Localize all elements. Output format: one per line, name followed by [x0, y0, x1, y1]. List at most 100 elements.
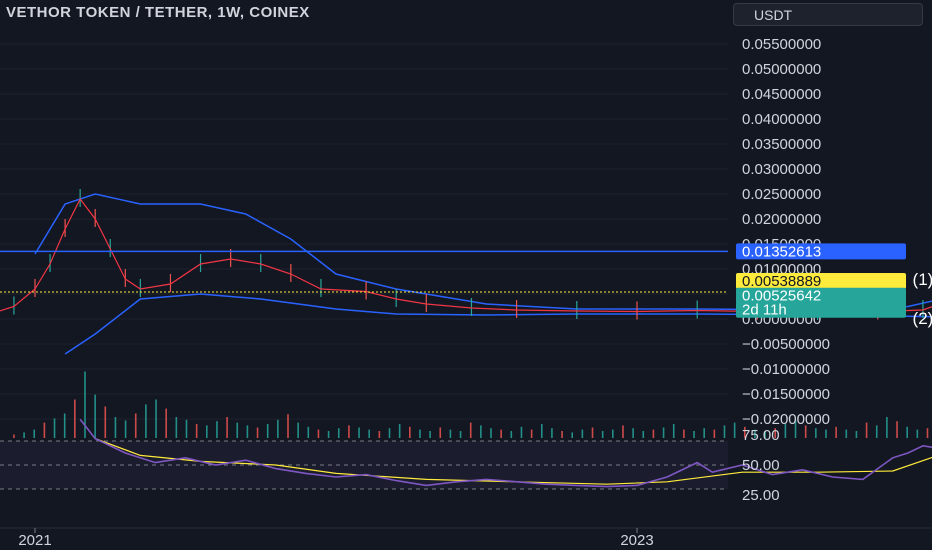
volume-bar: [886, 417, 888, 438]
volume-bar: [348, 425, 350, 438]
volume-bar: [165, 408, 167, 438]
volume-bar: [84, 371, 86, 438]
volume-bar: [490, 428, 492, 438]
time-axis-label: 2021: [18, 532, 51, 549]
rsi-axis: 75.00 50.00 25.00: [742, 427, 780, 504]
currency-selector[interactable]: USDT: [733, 3, 923, 26]
volume-bar: [510, 431, 513, 438]
volume-bar: [642, 431, 645, 438]
rsi-axis-label: 25.00: [742, 487, 780, 504]
volume-bar: [865, 422, 868, 438]
volume-bar: [571, 432, 574, 438]
volume-bar: [926, 428, 929, 438]
price-axis-label: 0.05000000: [742, 61, 821, 78]
volume-bar: [530, 429, 533, 438]
volume-bar: [53, 418, 56, 438]
volume-bar: [23, 432, 25, 438]
rsi-band: [0, 440, 728, 490]
price-axis-label: 0.02500000: [742, 186, 821, 203]
volume-bar: [520, 426, 523, 438]
volume-bar: [835, 426, 837, 438]
volume-bar: [216, 421, 218, 438]
volume-bar: [672, 424, 675, 438]
volume-bar: [906, 426, 908, 438]
volume-bar: [368, 429, 371, 438]
volume-bar: [185, 419, 188, 438]
volume-bar: [378, 431, 381, 438]
volume-bar: [480, 425, 482, 438]
volume-bar: [145, 404, 147, 438]
volume-bar: [419, 429, 421, 438]
volume-bar: [469, 422, 472, 438]
volume-bar: [815, 428, 817, 438]
volume-bar: [825, 429, 827, 438]
volume-bar: [561, 431, 563, 438]
chart-title: VETHOR TOKEN / TETHER, 1W, COINEX: [6, 4, 310, 21]
price-chart[interactable]: (1)(2)(3)(4)(5)(3)(4)(5)(3)(4) 0.0550000…: [0, 0, 932, 550]
volume-bar: [297, 422, 299, 438]
volume-bar: [358, 427, 360, 438]
volume-bar: [398, 424, 401, 438]
price-axis-label: −0.02000000: [742, 411, 830, 428]
volume-bar: [591, 427, 594, 438]
volume-bar: [307, 426, 310, 438]
wave-label-white: (1): [913, 270, 932, 289]
volume-bar: [500, 429, 502, 438]
volume-bar: [551, 428, 553, 438]
price-axis-label: 0.04500000: [742, 86, 821, 103]
volume-bar: [134, 413, 137, 438]
volume-bar: [104, 406, 107, 438]
rsi-axis-label: 75.00: [742, 427, 780, 444]
volume-bar: [13, 434, 15, 438]
currency-label: USDT: [754, 7, 793, 23]
volume-bar: [601, 431, 604, 438]
volume-bar: [581, 429, 584, 438]
price-axis-label: −0.01500000: [742, 386, 830, 403]
time-axis-label: 2023: [620, 532, 653, 549]
volume-bar: [703, 428, 705, 438]
volume-bar: [916, 429, 919, 438]
volume-bar: [875, 425, 878, 438]
volume-bar: [429, 431, 431, 438]
price-axis-label: 0.03500000: [742, 136, 821, 153]
wave-label-white: (2): [913, 309, 932, 328]
volume-bar: [845, 429, 848, 438]
volume-bar: [612, 429, 614, 438]
volume-bar: [693, 431, 695, 438]
volume-bar: [327, 431, 330, 438]
volume-bar: [155, 399, 157, 438]
volume-bar: [652, 429, 655, 438]
price-axis-label: −0.01000000: [742, 361, 830, 378]
volume-bar: [896, 421, 898, 438]
volume-bar: [124, 420, 127, 438]
volume-bar: [277, 419, 279, 438]
volume-bar: [632, 428, 634, 438]
price-tag-label: 0.01352613: [742, 243, 821, 260]
rsi-axis-label: 50.00: [742, 457, 780, 474]
price-axis-label: −0.00500000: [742, 336, 830, 353]
volume-bar: [449, 429, 452, 438]
price-tags: 0.013526130.005388890.005256422d 11h: [736, 243, 906, 319]
volume-bar: [683, 429, 685, 438]
volume-bar: [713, 429, 716, 438]
price-axis-label: 0.04000000: [742, 111, 821, 128]
volume-bar: [226, 417, 228, 438]
volume-bar: [236, 422, 239, 438]
price-axis-label: 0.02000000: [742, 211, 821, 228]
volume-bar: [266, 424, 269, 438]
volume-bar: [733, 422, 736, 438]
volume-bar: [662, 427, 665, 438]
price-axis-label: 0.03000000: [742, 161, 821, 178]
volume-bar: [175, 417, 178, 438]
volume-bar: [33, 429, 36, 438]
volume-bar: [855, 431, 858, 438]
volume-bar: [723, 425, 726, 438]
volume-bar: [409, 426, 411, 438]
volume-bar: [256, 427, 259, 438]
volume-bar: [388, 428, 391, 438]
volume-bar: [63, 413, 66, 438]
volume-bar: [337, 428, 340, 438]
volume-bar: [74, 399, 76, 438]
volume-bar: [43, 422, 46, 438]
volume-bar: [195, 424, 198, 438]
